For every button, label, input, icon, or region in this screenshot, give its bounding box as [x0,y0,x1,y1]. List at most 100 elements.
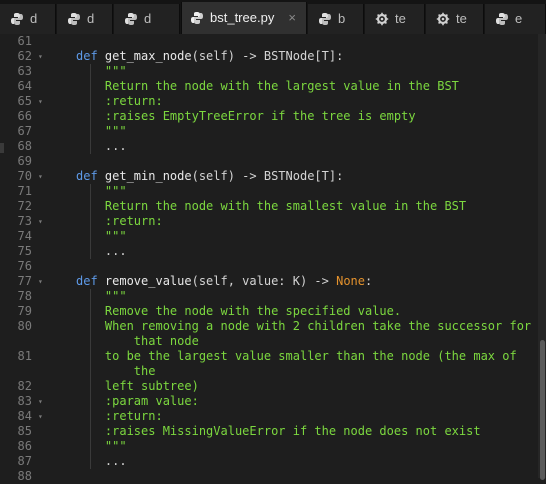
code-token: None [336,274,366,288]
tab-label: bst_tree.py [210,10,275,25]
code-line[interactable]: 86 """ [0,439,546,454]
code-line[interactable]: 85 :raises MissingValueError if the node… [0,424,546,439]
code-line[interactable]: that node [0,334,546,349]
code-line[interactable]: 70 ▾ def get_min_node(self) -> BSTNode[T]: [0,169,546,184]
tab-3[interactable]: d [114,4,180,34]
tab-2[interactable]: d [57,4,113,34]
code-text: Remove the node with the specified value… [76,304,401,319]
fold-caret-icon[interactable]: ▾ [38,274,43,289]
code-line[interactable]: 87 ... [0,454,546,469]
code-line[interactable]: 81 to be the largest value smaller than … [0,349,546,364]
code-line[interactable]: 88 [0,469,546,484]
line-number: 79 [17,304,32,318]
code-text: """ [76,439,127,454]
line-number: 87 [17,454,32,468]
code-text: When removing a node with 2 children tak… [76,319,531,334]
code-token: the [76,364,156,378]
python-file-icon [190,11,204,28]
tab-5[interactable]: b [308,4,364,34]
line-number: 74 [17,229,32,243]
tab-label: te [456,11,467,26]
code-token: ... [76,454,127,468]
scrollbar-thumb[interactable] [540,340,545,480]
code-token: :param value: [76,394,199,408]
tab-6[interactable]: te [365,4,425,34]
code-line[interactable]: 76 [0,259,546,274]
code-text: Return the node with the largest value i… [76,79,459,94]
fold-caret-icon[interactable]: ▾ [38,49,43,64]
line-number: 66 [17,109,32,123]
code-text: :param value: [76,394,199,409]
gear-icon [375,12,389,29]
python-file-icon [495,12,509,29]
fold-caret-icon[interactable]: ▾ [38,214,43,229]
code-line[interactable]: 65 ▾ :return: [0,94,546,109]
close-icon[interactable]: × [288,10,296,25]
indent-guide [90,184,91,259]
code-editor[interactable]: 61 62 ▾ def get_max_node(self) -> BSTNode[T… [0,34,546,483]
line-number: 61 [17,34,32,48]
code-line[interactable]: 83 ▾ :param value: [0,394,546,409]
code-line[interactable]: 74 """ [0,229,546,244]
code-token: Return the node with the largest value i… [76,79,459,93]
code-token: def [76,274,105,288]
code-line[interactable]: 78 """ [0,289,546,304]
code-token: """ [76,184,127,198]
code-token: :raises MissingValueError if the node do… [76,424,481,438]
code-line[interactable]: 63 """ [0,64,546,79]
fold-caret-icon[interactable]: ▾ [38,394,43,409]
code-text: """ [76,184,127,199]
line-number: 70 [17,169,32,183]
code-line[interactable]: 66 :raises EmptyTreeError if the tree is… [0,109,546,124]
code-token: get_max_node [104,49,192,63]
code-text: def get_max_node(self) -> BSTNode[T]: [76,49,343,64]
vertical-scrollbar[interactable] [538,34,546,480]
code-line[interactable]: 75 ... [0,244,546,259]
code-text: :raises MissingValueError if the node do… [76,424,481,439]
line-number: 71 [17,184,32,198]
code-token: (self) -> BSTNode[T]: [191,169,344,183]
code-token: (self) -> BSTNode[T]: [191,49,344,63]
line-number: 76 [17,259,32,273]
code-line[interactable]: 71 """ [0,184,546,199]
tab-label: te [395,11,406,26]
code-line[interactable]: the [0,364,546,379]
code-token: """ [76,124,127,138]
code-line[interactable]: 77 ▾ def remove_value(self, value: K) -> N… [0,274,546,289]
code-line[interactable]: 72 Return the node with the smallest val… [0,199,546,214]
code-line[interactable]: 68 ... [0,139,546,154]
code-line[interactable]: 67 """ [0,124,546,139]
code-line[interactable]: 80 When removing a node with 2 children … [0,319,546,334]
line-number: 81 [17,349,32,363]
fold-caret-icon[interactable]: ▾ [38,94,43,109]
tab-8[interactable]: e [485,4,546,34]
code-token: """ [76,289,127,303]
code-text: """ [76,64,127,79]
code-line[interactable]: 84 ▾ :return: [0,409,546,424]
line-number: 88 [17,469,32,483]
line-number: 86 [17,439,32,453]
fold-caret-icon[interactable]: ▾ [38,169,43,184]
code-line[interactable]: 61 [0,34,546,49]
code-token: When removing a node with 2 children tak… [76,319,532,333]
line-number: 72 [17,199,32,213]
tab-1[interactable]: d [0,4,56,34]
code-line[interactable]: 69 [0,154,546,169]
line-number: 73 [17,214,32,228]
code-token: :return: [76,94,163,108]
fold-caret-icon[interactable]: ▾ [38,409,43,424]
code-text: ... [76,139,127,154]
tab-7[interactable]: te [426,4,484,34]
line-number: 78 [17,289,32,303]
edge-marker [0,143,4,153]
tab-label: b [338,11,346,26]
code-line[interactable]: 73 ▾ :return: [0,214,546,229]
python-file-icon [67,12,81,29]
code-line[interactable]: 62 ▾ def get_max_node(self) -> BSTNode[T]: [0,49,546,64]
code-line[interactable]: 64 Return the node with the largest valu… [0,79,546,94]
code-line[interactable]: 79 Remove the node with the specified va… [0,304,546,319]
code-token: left subtree) [76,379,199,393]
code-line[interactable]: 82 left subtree) [0,379,546,394]
tab-bst-tree-active[interactable]: bst_tree.py × [181,2,307,34]
code-text: the [76,364,156,379]
